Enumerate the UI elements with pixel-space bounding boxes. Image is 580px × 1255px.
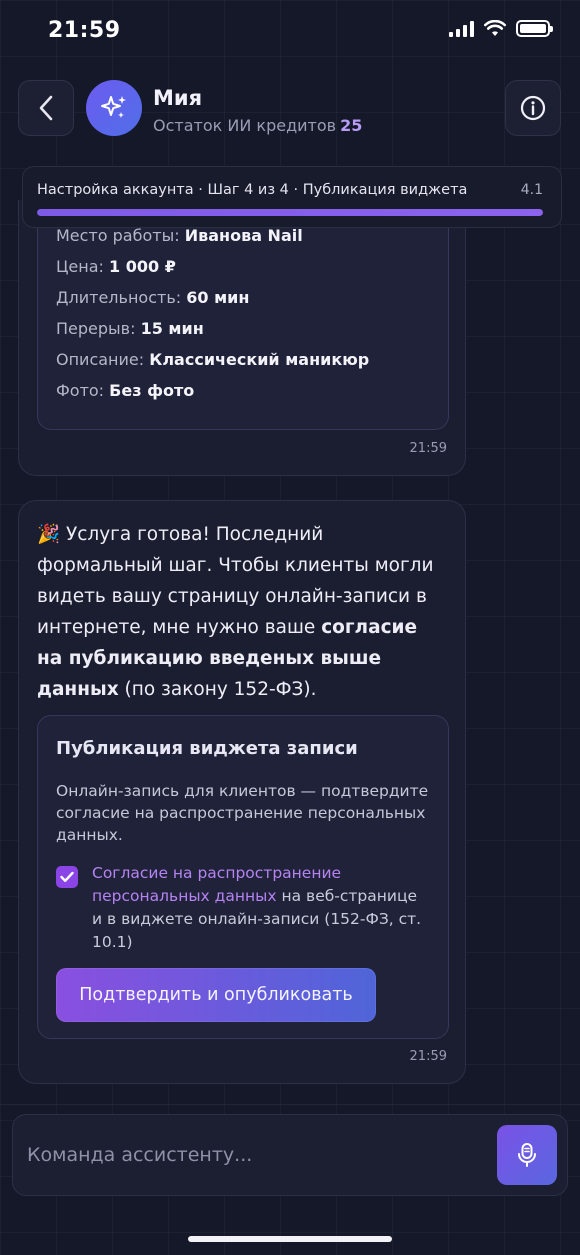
home-indicator [188,1236,392,1242]
credits-count: 25 [340,116,363,135]
bottom-divider [0,1104,580,1105]
message-text-law: (по закону 152-ФЗ). [124,679,317,700]
status-icons [449,20,553,37]
detail-row-duration: Длительность: 60 мин [56,288,250,307]
message-timestamp: 21:59 [409,1049,447,1064]
back-button[interactable] [18,80,74,136]
credits-info: Остаток ИИ кредитов 25 [153,116,362,135]
widget-title: Публикация виджета записи [56,738,358,759]
detail-row-break: Перерыв: 15 мин [56,319,204,338]
consent-checkbox[interactable] [56,866,78,888]
progress-version: 4.1 [520,182,543,198]
consent-text: Согласие на распространение персональных… [92,862,432,954]
command-input[interactable] [27,1127,487,1183]
cellular-signal-icon [449,20,474,37]
detail-row-workplace: Место работы: Иванова Nail [56,226,303,245]
voice-input-button[interactable] [497,1125,557,1185]
assistant-message-consent: 🎉 Услуга готова! Последний формальный ша… [18,500,466,1084]
chevron-left-icon [39,95,53,121]
message-text: 🎉 Услуга готова! Последний формальный ша… [37,519,437,705]
message-timestamp: 21:59 [409,441,447,456]
detail-row-photo: Фото: Без фото [56,381,195,400]
confirm-publish-button[interactable]: Подтвердить и опубликовать [56,968,376,1022]
status-bar: 21:59 [0,0,580,64]
progress-bar-fill [37,209,543,216]
progress-bar [37,209,543,216]
info-button[interactable] [505,80,561,136]
command-input-bar [12,1114,568,1196]
detail-row-description: Описание: Классический маникюр [56,350,370,369]
status-time: 21:59 [48,18,121,43]
detail-row-price: Цена: 1 000 ₽ [56,257,176,276]
assistant-message-service-summary: Место работы: Иванова Nail Цена: 1 000 ₽… [18,190,466,476]
party-popper-icon: 🎉 [37,524,61,545]
progress-step-text: Настройка аккаунта · Шаг 4 из 4 · Публик… [37,182,468,198]
checkmark-icon [60,871,74,882]
assistant-name: Мия [153,86,203,110]
battery-icon [516,20,553,37]
widget-description: Онлайн-запись для клиентов — подтвердите… [56,782,429,844]
wifi-icon [484,20,506,36]
credits-label: Остаток ИИ кредитов [153,116,337,135]
assistant-avatar [86,80,142,136]
info-icon [520,95,546,121]
microphone-icon [518,1143,536,1167]
widget-publication-card: Публикация виджета записи Онлайн-запись … [37,715,449,1039]
onboarding-progress-card: Настройка аккаунта · Шаг 4 из 4 · Публик… [22,166,562,228]
sparkles-icon [101,96,126,118]
